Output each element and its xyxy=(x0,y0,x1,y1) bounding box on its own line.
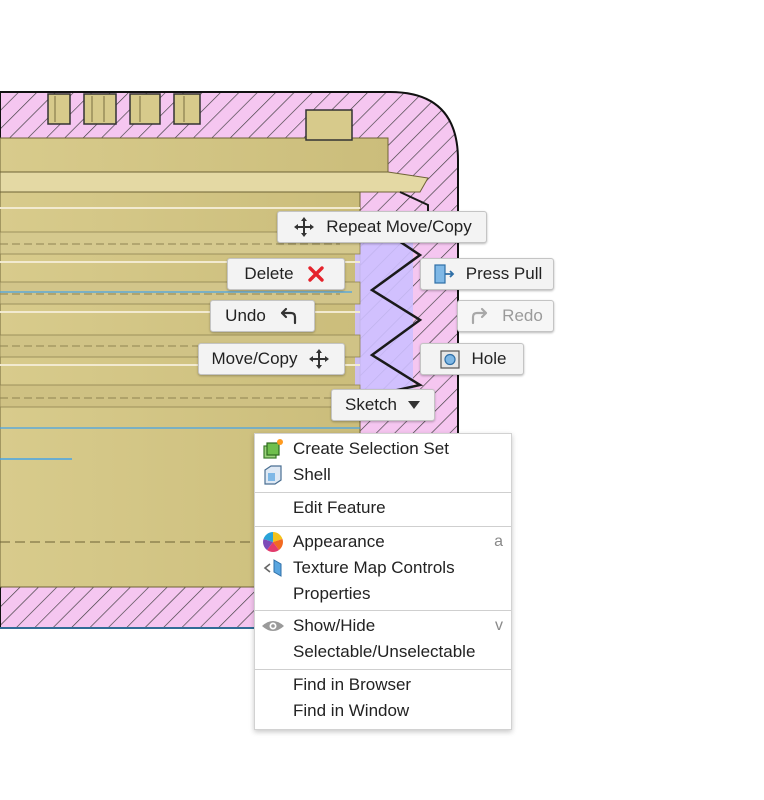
redo-arrow-icon xyxy=(468,304,492,328)
menu-item-properties[interactable]: Properties xyxy=(255,581,511,607)
menu-item-label: Texture Map Controls xyxy=(293,558,455,577)
repeat-move-copy-button[interactable]: Repeat Move/Copy xyxy=(277,211,487,243)
delete-x-icon xyxy=(304,262,328,286)
menu-item-label: Selectable/Unselectable xyxy=(293,642,476,661)
menu-item-find-in-browser[interactable]: Find in Browser xyxy=(255,672,511,698)
menu-item-label: Find in Window xyxy=(293,701,410,720)
delete-button[interactable]: Delete xyxy=(227,258,345,290)
redo-label: Redo xyxy=(502,306,543,325)
undo-label: Undo xyxy=(225,306,266,325)
menu-item-find-in-window[interactable]: Find in Window xyxy=(255,698,511,724)
press-pull-label: Press Pull xyxy=(465,264,543,283)
menu-item-selectable-unselectable[interactable]: Selectable/Unselectable xyxy=(255,639,511,665)
menu-item-label: Create Selection Set xyxy=(293,439,449,458)
hole-icon xyxy=(438,347,462,371)
move-copy-button[interactable]: Move/Copy xyxy=(198,343,345,375)
appearance-icon xyxy=(261,530,285,554)
eye-icon xyxy=(261,614,285,638)
move-arrows-icon xyxy=(307,347,331,371)
menu-separator xyxy=(255,669,511,670)
menu-item-texture-map-controls[interactable]: Texture Map Controls xyxy=(255,555,511,581)
menu-item-appearance[interactable]: Appearance a xyxy=(255,529,511,555)
shortcut-key: v xyxy=(495,617,503,634)
sketch-label: Sketch xyxy=(345,395,397,414)
repeat-move-copy-label: Repeat Move/Copy xyxy=(326,217,472,236)
press-pull-icon xyxy=(432,262,456,286)
texture-map-icon xyxy=(261,556,285,580)
shell-icon xyxy=(261,463,285,487)
menu-item-label: Show/Hide xyxy=(293,616,376,635)
press-pull-button[interactable]: Press Pull xyxy=(420,258,554,290)
hole-label: Hole xyxy=(471,349,507,368)
menu-separator xyxy=(255,610,511,611)
undo-button[interactable]: Undo xyxy=(210,300,315,332)
menu-item-label: Shell xyxy=(293,465,331,484)
menu-item-create-selection-set[interactable]: Create Selection Set xyxy=(255,436,511,462)
menu-item-shell[interactable]: Shell xyxy=(255,462,511,488)
context-menu: Create Selection Set Shell Edit Feature … xyxy=(254,433,512,730)
shortcut-key: a xyxy=(494,533,503,550)
menu-item-label: Properties xyxy=(293,584,371,603)
menu-item-edit-feature[interactable]: Edit Feature xyxy=(255,495,511,521)
move-copy-label: Move/Copy xyxy=(211,349,298,368)
dropdown-triangle-icon xyxy=(407,393,421,417)
menu-item-label: Appearance xyxy=(293,532,385,551)
menu-item-label: Edit Feature xyxy=(293,498,386,517)
selection-set-icon xyxy=(261,437,285,461)
menu-separator xyxy=(255,526,511,527)
undo-arrow-icon xyxy=(276,304,300,328)
hole-button[interactable]: Hole xyxy=(420,343,524,375)
move-arrows-icon xyxy=(292,215,316,239)
redo-button[interactable]: Redo xyxy=(457,300,554,332)
sketch-dropdown-button[interactable]: Sketch xyxy=(331,389,435,421)
menu-item-label: Find in Browser xyxy=(293,675,412,694)
delete-label: Delete xyxy=(244,264,294,283)
menu-item-show-hide[interactable]: Show/Hide v xyxy=(255,613,511,639)
menu-separator xyxy=(255,492,511,493)
